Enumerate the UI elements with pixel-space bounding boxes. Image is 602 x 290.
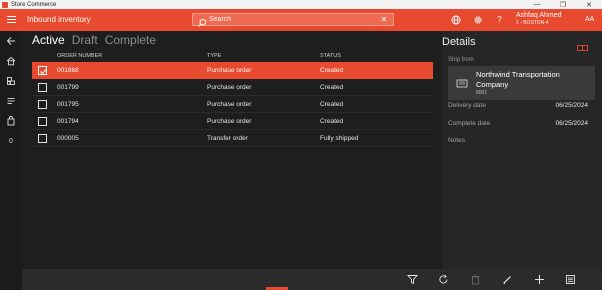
order-number: 001794 [57, 118, 79, 125]
order-type: Purchase order [207, 101, 252, 108]
close-window-button[interactable]: ✕ [576, 0, 602, 9]
order-number: 001795 [57, 101, 79, 108]
table-row[interactable]: 001799 Purchase order Created [32, 79, 433, 96]
left-nav-rail: 0 [0, 31, 22, 290]
notes-label: Notes [448, 137, 465, 144]
gear-icon[interactable] [472, 14, 483, 25]
products-icon[interactable] [5, 75, 17, 87]
order-status: Created [320, 101, 344, 108]
app-header: Inbound inventory ✕ ? Ashfaq Ahmed 1 - B… [0, 9, 602, 31]
clear-search-icon[interactable]: ✕ [379, 15, 389, 24]
help-icon[interactable]: ? [494, 14, 505, 25]
order-status: Created [320, 84, 344, 91]
table-header: ORDER NUMBER TYPE STATUS [32, 50, 433, 62]
notes-row: Notes [448, 137, 596, 144]
filter-icon[interactable] [406, 273, 419, 286]
row-checkbox[interactable] [38, 117, 47, 126]
order-list: 001868 Purchase order Created 001799 Pur… [32, 62, 433, 147]
hamburger-menu-icon[interactable] [7, 16, 16, 23]
refresh-icon[interactable] [437, 273, 450, 286]
order-status: Created [320, 67, 344, 74]
row-checkbox[interactable] [38, 66, 47, 75]
order-type: Purchase order [207, 118, 252, 125]
window-titlebar: Store Commerce — ❐ ✕ [0, 0, 602, 9]
page-title: Inbound inventory [27, 15, 91, 24]
delete-icon[interactable] [469, 273, 482, 286]
column-order-number[interactable]: ORDER NUMBER [57, 53, 102, 59]
building-icon [456, 76, 468, 88]
search-input[interactable] [209, 16, 379, 23]
delivery-date-value: 06/25/2024 [555, 102, 588, 109]
add-icon[interactable] [533, 273, 546, 286]
table-row[interactable]: 000005 Transfer order Fully shipped [32, 130, 433, 147]
vendor-card[interactable]: Northwind Transportation Company 8001 [448, 66, 595, 100]
more-options-icon[interactable] [564, 273, 577, 286]
table-row[interactable]: 001794 Purchase order Created [32, 113, 433, 130]
order-type: Transfer order [207, 135, 248, 142]
status-tabs: Active Draft Complete [32, 33, 156, 47]
app-logo-icon [2, 1, 8, 8]
tab-draft[interactable]: Draft [72, 33, 98, 47]
order-number: 000005 [57, 135, 79, 142]
column-type[interactable]: TYPE [207, 53, 221, 59]
complete-date-row: Complete date 06/25/2024 [448, 120, 596, 127]
table-row[interactable]: 001795 Purchase order Created [32, 96, 433, 113]
window-title: Store Commerce [11, 1, 57, 8]
search-box[interactable]: ✕ [192, 13, 394, 27]
cart-icon[interactable] [5, 115, 17, 127]
search-icon [197, 15, 207, 27]
row-checkbox[interactable] [38, 83, 47, 92]
vendor-id: 8001 [476, 90, 488, 96]
user-name: Ashfaq Ahmed [516, 12, 562, 19]
maximize-button[interactable]: ❐ [550, 0, 576, 9]
order-number: 001799 [57, 84, 79, 91]
user-info[interactable]: Ashfaq Ahmed 1 - BOSTON-4 [516, 12, 562, 27]
list-icon[interactable] [5, 95, 17, 107]
details-panel: Details Ship from Northwind Transportati… [442, 31, 602, 269]
order-type: Purchase order [207, 84, 252, 91]
cart-count: 0 [9, 138, 13, 145]
avatar[interactable]: AA [585, 16, 594, 23]
command-bar [22, 269, 602, 290]
details-title: Details [442, 36, 476, 48]
minimize-button[interactable]: — [524, 0, 550, 9]
tab-active[interactable]: Active [32, 33, 65, 47]
order-type: Purchase order [207, 67, 252, 74]
home-icon[interactable] [5, 55, 17, 67]
complete-date-label: Complete date [448, 120, 491, 127]
table-row[interactable]: 001868 Purchase order Created [32, 62, 433, 79]
complete-date-value: 06/25/2024 [555, 120, 588, 127]
row-checkbox[interactable] [38, 100, 47, 109]
row-checkbox[interactable] [38, 134, 47, 143]
collapse-panel-icon[interactable] [577, 38, 588, 51]
ship-from-label: Ship from [448, 57, 474, 63]
vendor-name: Northwind Transportation Company [476, 70, 560, 89]
order-status: Created [320, 118, 344, 125]
order-number: 001868 [57, 67, 79, 74]
user-store: 1 - BOSTON-4 [516, 20, 549, 26]
column-status[interactable]: STATUS [320, 53, 341, 59]
tab-complete[interactable]: Complete [105, 33, 156, 47]
edit-icon[interactable] [501, 273, 514, 286]
back-arrow-icon[interactable] [5, 35, 17, 47]
delivery-date-label: Delivery date [448, 102, 486, 109]
order-status: Fully shipped [320, 135, 359, 142]
delivery-date-row: Delivery date 06/25/2024 [448, 102, 596, 109]
globe-icon[interactable] [450, 14, 461, 25]
